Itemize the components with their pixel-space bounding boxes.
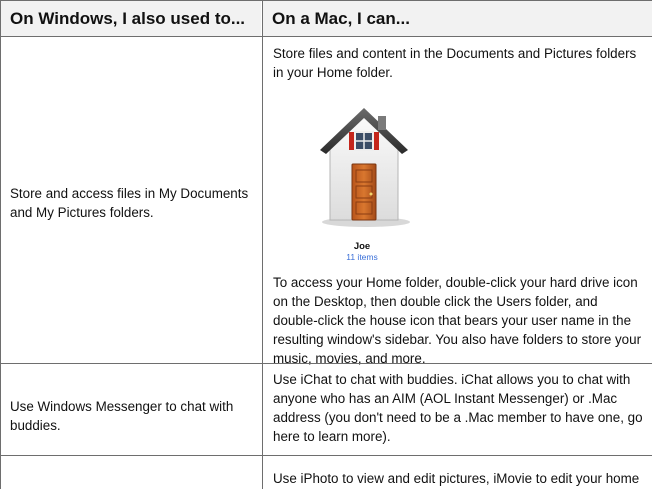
row1-mac-line: in your Home folder.	[273, 65, 393, 80]
row-divider	[0, 363, 652, 364]
row1-windows-text: Store and access files in My Documents a…	[10, 184, 260, 222]
row1-windows-label: Store and access files in My Documents a…	[10, 186, 249, 220]
header-mac-text: On a Mac, I can...	[272, 9, 410, 28]
table-border-left	[0, 0, 1, 489]
header-mac: On a Mac, I can...	[263, 1, 652, 36]
row1-mac-detail-line: double-click the house icon that bears y…	[273, 313, 632, 328]
row1-mac-detail-line: resulting window's sidebar. You also hav…	[273, 332, 642, 347]
row-divider	[0, 455, 652, 456]
home-folder-icon	[320, 108, 410, 227]
row1-mac-detail-line: To access your Home folder, double-click…	[273, 275, 638, 290]
row-divider	[0, 36, 652, 37]
row3-mac-line: Use iPhoto to view and edit pictures, iM…	[273, 471, 640, 486]
header-windows-text: On Windows, I also used to...	[10, 9, 246, 28]
table-border-top	[0, 0, 652, 1]
column-divider	[262, 0, 263, 489]
row2-mac-text: Use iChat to chat with buddies. iChat al…	[273, 370, 651, 446]
row1-mac-detail-line: on the Desktop, then double click the Us…	[273, 294, 598, 309]
row2-mac-line: here to learn more).	[273, 429, 391, 444]
row1-mac-detail: To access your Home folder, double-click…	[273, 273, 651, 368]
row2-mac-line: Use iChat to chat with buddies. iChat al…	[273, 372, 631, 387]
home-folder-count: 11 items	[346, 252, 378, 262]
row1-mac-line: Store files and content in the Documents…	[273, 46, 637, 61]
row1-mac-intro: Store files and content in the Documents…	[273, 44, 648, 82]
row1-mac-detail-line: music, movies, and more.	[273, 351, 426, 366]
home-folder-item[interactable]: Joe 11 items	[314, 94, 410, 264]
home-folder-name: Joe	[353, 241, 371, 252]
row2-windows-line: buddies.	[10, 418, 61, 433]
row2-windows-text: Use Windows Messenger to chat with buddi…	[10, 397, 260, 435]
header-windows: On Windows, I also used to...	[1, 1, 261, 36]
row2-mac-line: address (you don't need to be a .Mac mem…	[273, 410, 643, 425]
row2-mac-line: anyone who has an AIM (AOL Instant Messe…	[273, 391, 618, 406]
row2-windows-line: Use Windows Messenger to chat with	[10, 399, 234, 414]
row3-mac-text: Use iPhoto to view and edit pictures, iM…	[273, 469, 651, 488]
